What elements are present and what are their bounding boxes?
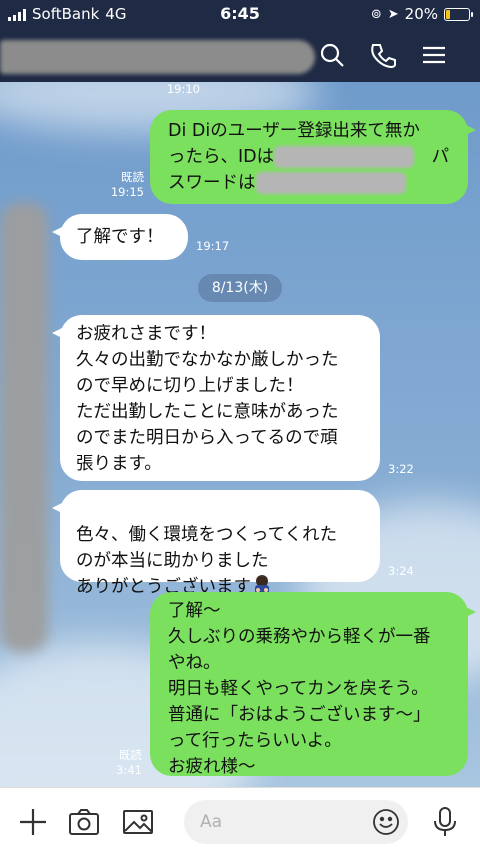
- battery-icon: [444, 7, 473, 21]
- avatar-redacted: [0, 202, 48, 652]
- battery-label: 20%: [404, 5, 438, 23]
- image-icon[interactable]: [121, 805, 155, 839]
- search-icon[interactable]: [317, 40, 347, 70]
- message-line: ったら、IDは パ: [168, 146, 450, 168]
- rotation-lock-icon: ⊚: [370, 6, 382, 22]
- message-bubble-theirs[interactable]: お疲れさまです！ 久々の出勤でなかなか厳しかった ので早めに切り上げました！ た…: [52, 315, 380, 481]
- message-bubble-theirs[interactable]: 色々、働く環境をつくってくれた のが本当に助かりました ありがとうございます ~: [52, 490, 380, 597]
- plus-icon[interactable]: [16, 805, 50, 839]
- message-bubble-mine[interactable]: Di Diのユーザー登録出来て無か ったら、IDは パ スワードは: [150, 110, 476, 204]
- read-receipt: 既読 19:15: [110, 170, 144, 199]
- camera-icon[interactable]: [67, 805, 101, 839]
- read-receipt: 既読 3:41: [116, 748, 142, 777]
- message-bubble-mine[interactable]: 了解〜 久しぶりの乗務やから軽くが一番 やね。 明日も軽くやってカンを戻そう。 …: [150, 592, 476, 777]
- date-separator: 8/13(木): [198, 274, 282, 302]
- message-bubble-theirs[interactable]: 了解です！: [52, 214, 188, 260]
- emoji-icon[interactable]: [372, 808, 400, 836]
- svg-text:~: ~: [260, 574, 264, 580]
- message-time: 3:22: [388, 462, 414, 476]
- message-time: 19:17: [196, 239, 230, 253]
- input-bar: [0, 787, 480, 853]
- microphone-icon[interactable]: [428, 805, 462, 839]
- message-line: スワードは: [168, 170, 454, 196]
- message-text: 色々、働く環境をつくってくれた のが本当に助かりました ありがとうございます: [76, 525, 338, 597]
- phone-icon[interactable]: [367, 40, 397, 70]
- chat-title-redacted: [0, 40, 315, 74]
- chat-header: [0, 28, 480, 82]
- status-bar: SoftBank 4G 6:45 ⊚ ➤ 20%: [0, 0, 480, 28]
- status-right: ⊚ ➤ 20%: [370, 5, 473, 23]
- message-line: Di Diのユーザー登録出来て無か: [168, 121, 420, 141]
- menu-icon[interactable]: [419, 40, 449, 70]
- message-time: 3:24: [388, 564, 414, 578]
- chat-area[interactable]: 19:10 既読 19:15 Di Diのユーザー登録出来て無か ったら、IDは…: [0, 82, 480, 787]
- message-input[interactable]: [200, 810, 360, 834]
- message-time: 19:10: [166, 82, 200, 96]
- location-icon: ➤: [387, 6, 399, 22]
- message-input-field[interactable]: [184, 800, 408, 844]
